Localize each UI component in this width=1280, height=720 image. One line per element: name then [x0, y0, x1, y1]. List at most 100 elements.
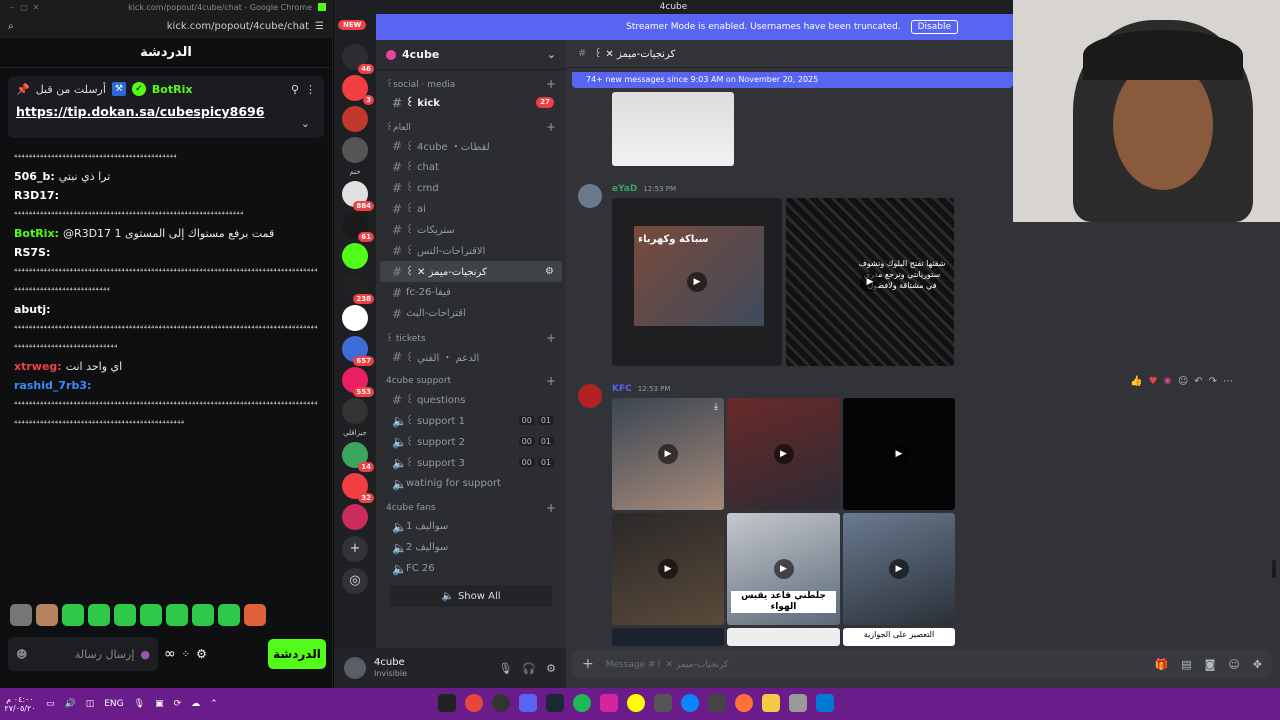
add-channel-icon[interactable]: +: [546, 374, 556, 388]
language-indicator[interactable]: ENG: [104, 699, 123, 709]
channel-item[interactable]: 🔈 ꒰ support 2 00 01: [380, 431, 562, 452]
volume-icon[interactable]: 🔊: [65, 699, 76, 709]
instagram-icon[interactable]: [600, 694, 618, 712]
emoji-icon[interactable]: ☺: [1228, 658, 1239, 671]
channel-item[interactable]: 🔈 watinig for support: [380, 473, 562, 494]
server-icon[interactable]: [342, 243, 368, 269]
windows-icon[interactable]: [816, 694, 834, 712]
server-icon[interactable]: [342, 106, 368, 132]
chevron-up-icon[interactable]: ⌃: [210, 699, 218, 709]
sticker-icon[interactable]: ◙: [1205, 658, 1216, 671]
play-icon[interactable]: ▶: [889, 444, 909, 464]
emote-icon[interactable]: [192, 604, 214, 626]
firefox-icon[interactable]: [735, 694, 753, 712]
video-attachment[interactable]: ▶ ⤓: [612, 398, 724, 510]
close-icon[interactable]: ✕: [30, 3, 42, 12]
channel-category[interactable]: ꒰social · media +: [376, 76, 566, 92]
server-icon[interactable]: [342, 137, 368, 163]
chat-username[interactable]: R3D17:: [14, 189, 59, 202]
chat-username[interactable]: rashid_7rb3:: [14, 379, 91, 392]
new-messages-bar[interactable]: 74+ new messages since 9:03 AM on Novemb…: [572, 72, 1013, 88]
pinned-message[interactable]: 📌 أرسلت من قبل ⚒ ✓ BotRix ⚲ ⋮ https://ti…: [8, 76, 324, 138]
chevron-down-icon[interactable]: ⌄: [547, 48, 556, 61]
add-channel-icon[interactable]: +: [546, 501, 556, 515]
channel-item[interactable]: # ꒰ الدعم ・ الفني: [380, 346, 562, 367]
server-icon[interactable]: [342, 305, 368, 331]
channel-item[interactable]: 🔈 سواليف 2: [380, 537, 562, 558]
emoji-icon[interactable]: ☻: [16, 648, 27, 661]
avatar[interactable]: [344, 657, 366, 679]
network-icon[interactable]: ◫: [86, 699, 95, 709]
author-name[interactable]: eYaD: [612, 184, 637, 194]
server-icon[interactable]: 3: [342, 75, 374, 105]
play-icon[interactable]: ▶: [773, 559, 794, 579]
channel-category[interactable]: ꒰العام +: [376, 119, 566, 135]
server-header[interactable]: 4cube ⌄: [376, 40, 566, 70]
add-channel-icon[interactable]: +: [546, 77, 556, 91]
snapchat-icon[interactable]: [627, 694, 645, 712]
server-label[interactable]: جيزاقلي: [334, 429, 376, 437]
play-icon[interactable]: ▶: [658, 444, 678, 464]
clock[interactable]: ٠٤:٠٠ م ٢٧/٠٥/٢٠: [0, 695, 40, 713]
message-author[interactable]: eYaD 12:53 PM: [612, 184, 676, 194]
emote-icon[interactable]: [244, 604, 266, 626]
server-icon[interactable]: 46: [342, 44, 374, 74]
gift-icon[interactable]: 🎁: [1155, 658, 1169, 671]
video-attachment[interactable]: شقتها تفتح البلوك وتشوف ستوريانتي وترجع …: [786, 198, 954, 366]
steam-icon[interactable]: [546, 694, 564, 712]
video-attachment[interactable]: سباكة وكهرباء ▶: [612, 198, 782, 366]
chat-username[interactable]: 506_b:: [14, 170, 55, 183]
server-icon[interactable]: 238: [342, 274, 374, 304]
emote-icon[interactable]: [166, 604, 188, 626]
mic-icon[interactable]: ●: [140, 648, 150, 661]
channel-item[interactable]: # fc-26-فيفا: [380, 282, 562, 303]
headphones-icon[interactable]: 🎧: [522, 662, 536, 675]
download-icon[interactable]: ⤓: [714, 402, 718, 412]
video-attachment[interactable]: ▶: [727, 398, 840, 510]
heart-icon[interactable]: ♥: [1148, 376, 1157, 387]
channel-item[interactable]: 🔈 ꒰ support 1 00 01: [380, 410, 562, 431]
tip-link[interactable]: https://tip.dokan.sa/cubespicy8696: [16, 104, 316, 119]
server-icon[interactable]: [342, 504, 368, 530]
channel-item[interactable]: # ꒰ ✕ كرنجيات-ميمز ⚙: [380, 261, 562, 282]
chat-input[interactable]: ☻ إرسال رسالة ●: [8, 637, 158, 671]
channel-item[interactable]: # ꒰ ai: [380, 198, 562, 219]
avatar[interactable]: [10, 604, 32, 626]
emote-icon[interactable]: [218, 604, 240, 626]
chat-username[interactable]: abutj:: [14, 303, 51, 316]
reply-icon[interactable]: ↶: [1194, 376, 1202, 387]
scrollbar[interactable]: [1272, 560, 1276, 578]
avatar[interactable]: [578, 184, 602, 208]
maximize-icon[interactable]: ▢: [18, 3, 30, 12]
media-image[interactable]: [727, 628, 840, 646]
reaction-icon[interactable]: ❀: [1163, 376, 1171, 387]
server-label[interactable]: ختم: [334, 168, 376, 176]
add-reaction-icon[interactable]: ☺: [1178, 376, 1188, 387]
explore-icon[interactable]: ◎: [342, 568, 368, 594]
chat-message-list[interactable]: ⁴⁴⁴⁴⁴⁴⁴⁴⁴⁴⁴⁴⁴⁴⁴⁴⁴⁴⁴⁴⁴⁴⁴⁴⁴⁴⁴⁴⁴⁴⁴⁴⁴⁴⁴⁴⁴⁴⁴⁴…: [0, 148, 333, 596]
gear-icon[interactable]: ⚙: [196, 647, 207, 661]
play-icon[interactable]: ▶: [773, 444, 794, 464]
emote-icon[interactable]: [140, 604, 162, 626]
obs-icon[interactable]: [492, 694, 510, 712]
server-list[interactable]: 46 3 ختم 884 61 238 657 553 جيزاقلي 14 32 + ◎: [334, 14, 376, 688]
media-caption[interactable]: التعصير على الجوازية: [843, 628, 955, 646]
display-icon[interactable]: ▣: [155, 699, 164, 709]
channel-item[interactable]: # ꒰ cmd: [380, 177, 562, 198]
channel-category[interactable]: 4cube support +: [376, 373, 566, 389]
channel-item[interactable]: # ꒰ chat: [380, 156, 562, 177]
server-icon[interactable]: 657: [342, 336, 374, 366]
add-attachment-icon[interactable]: +: [582, 656, 594, 672]
add-server-icon[interactable]: +: [342, 536, 368, 562]
pinned-bot-name[interactable]: BotRix: [152, 83, 193, 96]
channel-item[interactable]: # اقتراحات-البث: [380, 303, 562, 324]
chat-username[interactable]: RS7S:: [14, 246, 50, 259]
avatar[interactable]: [578, 384, 602, 408]
spotify-icon[interactable]: [573, 694, 591, 712]
user-panel[interactable]: 4cube Invisible 🎙 🎧 ⚙: [334, 648, 566, 688]
mic-icon[interactable]: 🎙: [134, 699, 145, 709]
sync-icon[interactable]: ⟳: [174, 699, 182, 709]
app-icon[interactable]: [789, 694, 807, 712]
server-icon[interactable]: 884: [342, 181, 374, 211]
channel-item[interactable]: 🔈 FC 26: [380, 558, 562, 579]
